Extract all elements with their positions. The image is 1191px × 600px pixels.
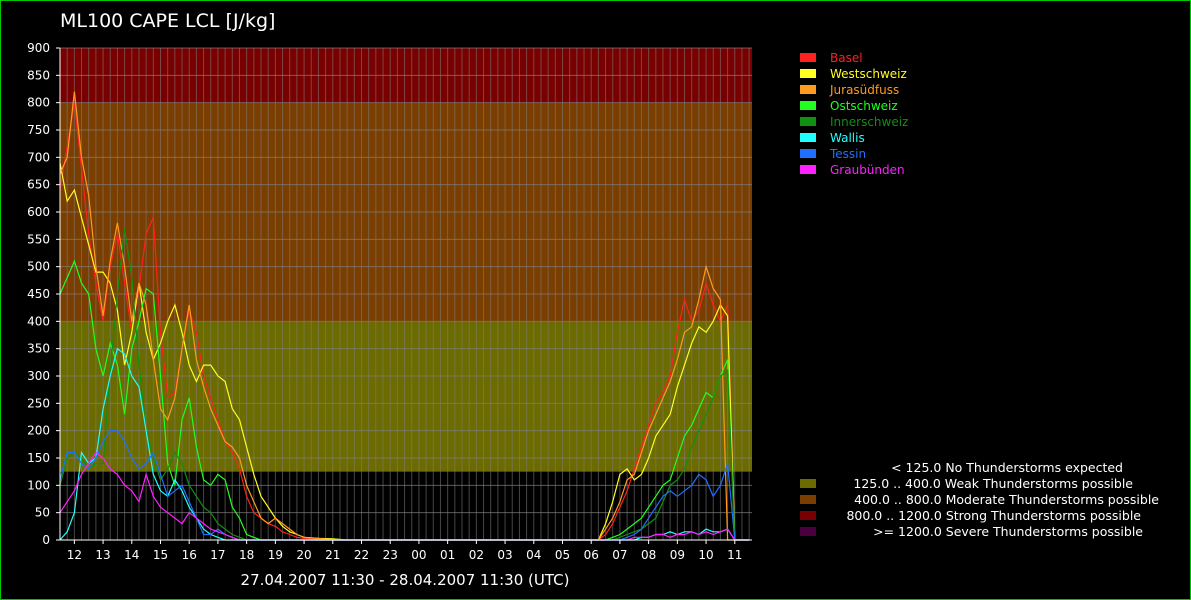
time-period: 27.04.2007 11:30 - 28.04.2007 11:30 (UTC… <box>240 571 570 589</box>
class-swatch-1 <box>800 479 816 488</box>
legend-label-5: Wallis <box>830 131 865 145</box>
x-tick-label-6: 18 <box>239 548 254 562</box>
y-tick-label-16: 800 <box>27 96 50 110</box>
x-tick-label-13: 01 <box>440 548 455 562</box>
x-tick-label-16: 04 <box>526 548 541 562</box>
y-tick-label-8: 400 <box>27 314 50 328</box>
x-tick-label-8: 20 <box>296 548 311 562</box>
legend-label-3: Ostschweiz <box>830 99 898 113</box>
x-tick-label-7: 19 <box>268 548 283 562</box>
class-swatch-2 <box>800 495 816 504</box>
y-tick-label-10: 500 <box>27 260 50 274</box>
y-tick-label-12: 600 <box>27 205 50 219</box>
legend: Basel Westschweiz Jurasüdfuss Ostschweiz Inn… <box>800 51 908 177</box>
legend-swatch-7 <box>800 165 816 174</box>
y-tick-label-18: 900 <box>27 41 50 55</box>
x-tick-label-19: 07 <box>612 548 627 562</box>
x-tick-label-5: 17 <box>210 548 225 562</box>
x-tick-label-9: 21 <box>325 548 340 562</box>
x-tick-label-2: 14 <box>124 548 139 562</box>
x-tick-label-17: 05 <box>555 548 570 562</box>
x-tick-label-3: 15 <box>153 548 168 562</box>
y-tick-label-15: 750 <box>27 123 50 137</box>
legend-label-1: Westschweiz <box>830 67 907 81</box>
x-tick-label-0: 12 <box>67 548 82 562</box>
y-tick-label-17: 850 <box>27 68 50 82</box>
class-label-3: 800.0 .. 1200.0 Strong Thunderstorms pos… <box>846 508 1141 523</box>
legend-swatch-0 <box>800 53 816 62</box>
class-legend: < 125.0 No Thunderstorms expected125.0 .… <box>800 460 1159 539</box>
class-label-1: 125.0 .. 400.0 Weak Thunderstorms possib… <box>853 476 1133 491</box>
x-tick-label-1: 13 <box>95 548 110 562</box>
y-tick-label-6: 300 <box>27 369 50 383</box>
y-tick-label-7: 350 <box>27 342 50 356</box>
x-tick-label-18: 06 <box>584 548 599 562</box>
x-tick-label-11: 23 <box>383 548 398 562</box>
legend-label-7: Graubünden <box>830 163 905 177</box>
y-tick-label-3: 150 <box>27 451 50 465</box>
x-tick-label-23: 11 <box>727 548 742 562</box>
legend-swatch-2 <box>800 85 816 94</box>
x-tick-label-4: 16 <box>182 548 197 562</box>
class-label-0: < 125.0 No Thunderstorms expected <box>891 460 1123 475</box>
class-swatch-4 <box>800 527 816 536</box>
class-swatch-3 <box>800 511 816 520</box>
x-tick-label-21: 09 <box>670 548 685 562</box>
y-tick-label-0: 0 <box>42 533 50 547</box>
y-tick-label-9: 450 <box>27 287 50 301</box>
legend-label-4: Innerschweiz <box>830 115 908 129</box>
legend-swatch-4 <box>800 117 816 126</box>
x-tick-label-15: 03 <box>497 548 512 562</box>
y-tick-label-13: 650 <box>27 178 50 192</box>
x-tick-label-20: 08 <box>641 548 656 562</box>
legend-swatch-1 <box>800 69 816 78</box>
y-tick-label-2: 100 <box>27 478 50 492</box>
class-label-4: >= 1200.0 Severe Thunderstorms possible <box>873 524 1143 539</box>
x-tick-label-14: 02 <box>469 548 484 562</box>
y-tick-label-14: 700 <box>27 150 50 164</box>
legend-label-0: Basel <box>830 51 863 65</box>
legend-swatch-6 <box>800 149 816 158</box>
cape-chart: 0501001502002503003504004505005506006507… <box>27 41 1159 562</box>
legend-swatch-5 <box>800 133 816 142</box>
y-tick-label-5: 250 <box>27 396 50 410</box>
x-tick-label-12: 00 <box>411 548 426 562</box>
y-tick-label-4: 200 <box>27 424 50 438</box>
y-tick-label-11: 550 <box>27 232 50 246</box>
x-tick-label-22: 10 <box>698 548 713 562</box>
class-label-2: 400.0 .. 800.0 Moderate Thunderstorms po… <box>854 492 1159 507</box>
legend-label-2: Jurasüdfuss <box>829 83 899 97</box>
legend-label-6: Tessin <box>829 147 866 161</box>
y-tick-label-1: 50 <box>35 506 50 520</box>
x-tick-label-10: 22 <box>354 548 369 562</box>
legend-swatch-3 <box>800 101 816 110</box>
